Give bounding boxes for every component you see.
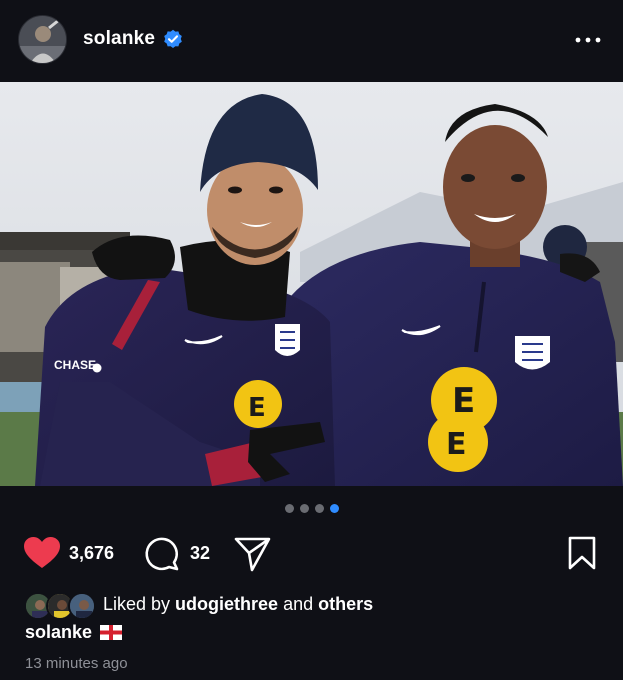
liked-by-row: Liked by udogiethree and others <box>24 590 584 622</box>
liked-by-joiner: and <box>278 594 319 614</box>
carousel-dot <box>299 504 309 513</box>
post-photo[interactable]: E E E CHASE <box>0 82 623 486</box>
carousel-dot <box>284 504 294 513</box>
user-avatar[interactable] <box>18 15 67 64</box>
england-flag-icon <box>100 625 123 640</box>
post-header: solanke <box>0 0 623 82</box>
like-count[interactable]: 3,676 <box>69 543 114 564</box>
action-bar: 3,676 32 <box>0 533 623 573</box>
heart-icon[interactable] <box>23 536 61 570</box>
comment-icon[interactable] <box>144 537 180 571</box>
avatar-photo <box>19 16 66 63</box>
carousel-dot-active <box>329 504 339 513</box>
verified-badge-icon <box>164 29 182 48</box>
liked-by-text: Liked by udogiethree and others <box>103 594 373 615</box>
share-icon[interactable] <box>234 536 272 572</box>
caption-username[interactable]: solanke <box>25 622 92 643</box>
sponsor-text: CHASE <box>54 358 96 372</box>
carousel-dot <box>314 504 324 513</box>
post-timestamp: 13 minutes ago <box>25 655 128 672</box>
bookmark-icon[interactable] <box>567 536 597 570</box>
carousel-indicator <box>0 504 623 516</box>
post-username[interactable]: solanke <box>83 28 155 50</box>
liked-by-prefix: Liked by <box>103 594 176 614</box>
svg-text:E: E <box>452 381 475 421</box>
svg-text:E: E <box>248 393 266 423</box>
photo-image: E E E CHASE <box>0 82 623 486</box>
caption: solanke <box>25 622 123 643</box>
liked-by-user-link[interactable]: udogiethree <box>175 594 278 614</box>
svg-text:E: E <box>446 427 467 462</box>
liker-avatar <box>68 592 96 620</box>
more-options-icon[interactable] <box>573 30 603 50</box>
liked-by-others-link[interactable]: others <box>318 594 373 614</box>
comment-count[interactable]: 32 <box>190 543 210 564</box>
liker-avatars[interactable] <box>24 592 100 620</box>
